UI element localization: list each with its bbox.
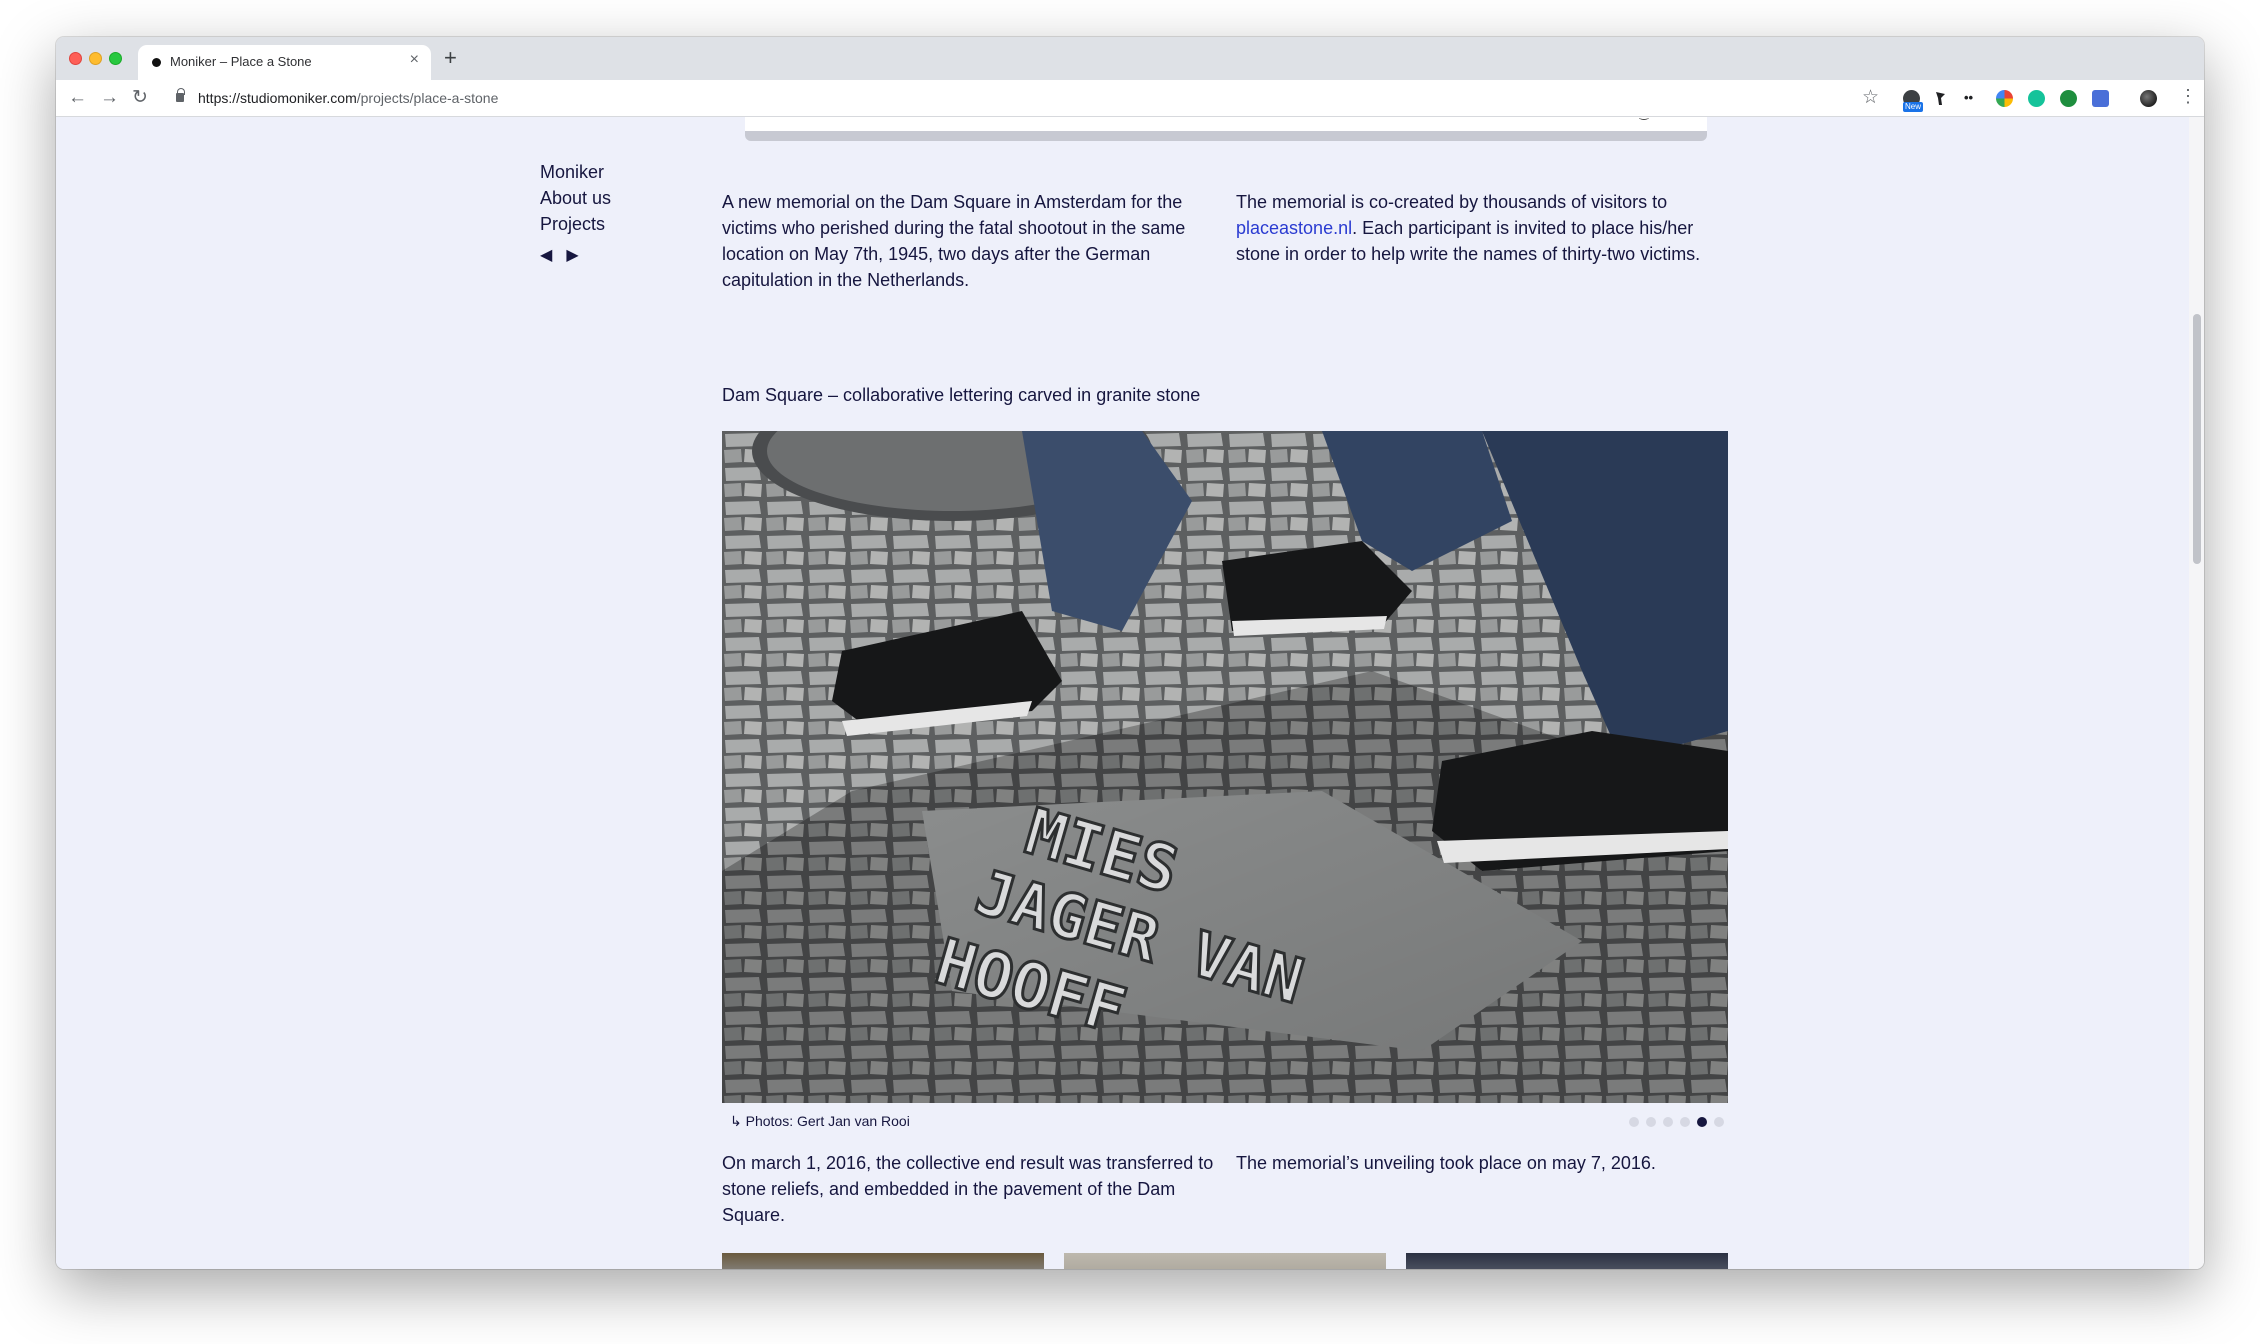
gallery-dot[interactable] [1714,1117,1724,1127]
placeastone-link[interactable]: placeastone.nl [1236,218,1352,238]
url-host: https://studiomoniker.com [198,90,357,106]
profile-avatar[interactable] [2140,90,2157,107]
thumbnail-photo[interactable] [1064,1253,1386,1269]
favicon-icon [152,58,161,67]
tab-close-icon[interactable]: × [410,51,419,69]
gallery-photo[interactable]: MIES JAGER VAN HOOFF [722,431,1728,1103]
vertical-scrollbar[interactable] [2189,117,2204,1269]
sidebar-nav: Moniker About us Projects ◀ ▶ [540,159,611,265]
intro-text-right: The memorial is co-created by thousands … [1236,189,1726,267]
url-path: /projects/place-a-stone [356,90,499,106]
forward-arrow-icon[interactable]: → [100,86,119,110]
intro-text-left: A new memorial on the Dam Square in Amst… [722,192,1186,290]
nav-link-moniker[interactable]: Moniker [540,159,611,185]
gallery-dot[interactable] [1646,1117,1656,1127]
gallery-dot[interactable] [1629,1117,1639,1127]
star-icon[interactable]: ☆ [1862,86,1879,109]
extension-icon[interactable]: •• [1964,90,1981,107]
extension-new-badge: New [1903,102,1924,112]
nav-link-projects[interactable]: Projects [540,211,611,237]
kebab-menu-icon[interactable]: ⋮ [2179,86,2197,107]
minimize-window-button[interactable] [89,52,102,65]
scrollbar-thumb[interactable] [2193,314,2201,564]
next-project-arrow-icon[interactable]: ▶ [566,247,578,264]
gallery-dot-active[interactable] [1697,1117,1707,1127]
project-arrows: ◀ ▶ [540,245,611,265]
gallery-dot[interactable] [1663,1117,1673,1127]
browser-toolbar: ← → ↻ https://studiomoniker.com/projects… [56,80,2204,117]
gallery-dot[interactable] [1680,1117,1690,1127]
extension-icon[interactable] [2060,90,2077,107]
browser-window: Moniker – Place a Stone × + ← → ↻ https:… [56,37,2204,1269]
memorial-photo-illustration: MIES JAGER VAN HOOFF [722,431,1728,1103]
tab-title: Moniker – Place a Stone [170,54,312,69]
reload-icon[interactable]: ↻ [132,86,148,110]
browser-tab[interactable]: Moniker – Place a Stone × [138,45,431,80]
outro-text-right: The memorial’s unveiling took place on m… [1236,1153,1656,1173]
photo-credit: ↳ Photos: Gert Jan van Rooi [730,1113,910,1129]
address-bar[interactable]: https://studiomoniker.com/projects/place… [198,90,498,106]
extension-icon[interactable] [2092,90,2109,107]
grammarly-icon[interactable] [2028,90,2045,107]
new-tab-button[interactable]: + [444,47,457,69]
gallery-title: Dam Square – collaborative lettering car… [722,385,1201,405]
thumbnail-photo[interactable] [722,1253,1044,1269]
thumbnail-photo[interactable] [1406,1253,1728,1269]
lock-icon[interactable] [176,88,185,102]
extension-icon[interactable] [1932,90,1949,107]
page-content: ∽ ⁀ ‿⁄⁄ Moniker About us Projects ◀▶ A n… [56,117,2204,1269]
previous-media-card: ∽ ⁀ ‿⁄⁄ [745,117,1707,141]
card-scribble: ∽ ⁀ ‿⁄⁄ [1603,117,1661,120]
previous-project-arrow-icon[interactable]: ◀ [540,247,552,264]
nav-link-about-us[interactable]: About us [540,185,611,211]
back-arrow-icon[interactable]: ← [68,86,87,110]
tab-bar: Moniker – Place a Stone × + [56,37,2204,80]
extension-icon[interactable] [1996,90,2013,107]
gallery-pagination [1629,1114,1731,1132]
close-window-button[interactable] [69,52,82,65]
outro-text-left: On march 1, 2016, the collective end res… [722,1153,1214,1225]
maximize-window-button[interactable] [109,52,122,65]
desktop: Moniker – Place a Stone × + ← → ↻ https:… [0,0,2260,1344]
intro-text-right-start: The memorial is co-created by thousands … [1236,192,1668,212]
